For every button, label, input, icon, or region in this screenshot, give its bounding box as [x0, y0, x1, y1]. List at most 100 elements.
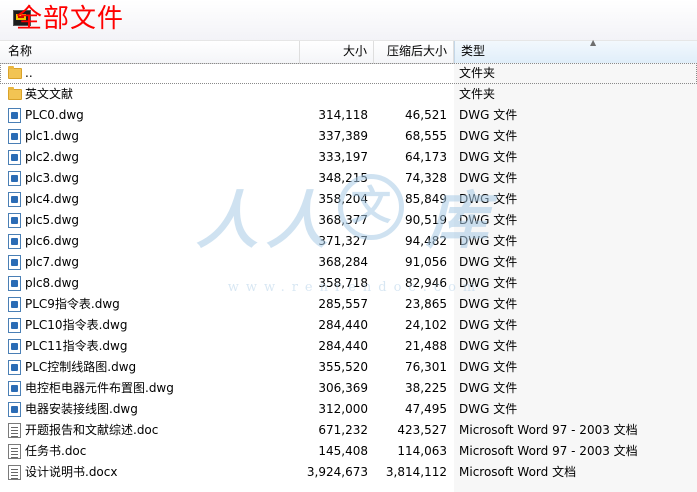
file-name: plc6.dwg — [25, 234, 80, 248]
file-compressed-size: 64,173 — [405, 150, 447, 164]
dwg-file-icon — [8, 402, 21, 417]
file-compressed-size: 23,865 — [405, 297, 447, 311]
file-list: .. 文件夹 英文文献 文件夹 PLC0.dwg 314,118 46,521 DWG 文件 p… — [0, 63, 697, 483]
dwg-file-icon — [8, 129, 21, 144]
file-row[interactable]: plc1.dwg 337,389 68,555 DWG 文件 — [0, 126, 697, 147]
column-header: 名称 大小 压缩后大小 类型 ▲ — [0, 38, 697, 64]
file-row[interactable]: plc4.dwg 358,204 85,849 DWG 文件 — [0, 189, 697, 210]
file-type: DWG 文件 — [459, 171, 518, 185]
file-name: PLC0.dwg — [25, 108, 84, 122]
dwg-file-icon — [8, 171, 21, 186]
folder-icon — [8, 87, 22, 100]
file-compressed-size: 94,482 — [405, 234, 447, 248]
file-name: 电控柜电器元件布置图.dwg — [25, 381, 174, 395]
dwg-file-icon — [8, 150, 21, 165]
dwg-file-icon — [8, 276, 21, 291]
file-name: plc3.dwg — [25, 171, 80, 185]
file-size — [300, 63, 368, 84]
file-size: 333,197 — [318, 150, 368, 164]
file-size: 337,389 — [318, 129, 368, 143]
word-document-icon — [8, 423, 21, 438]
file-size: 348,215 — [318, 171, 368, 185]
file-row[interactable]: 电控柜电器元件布置图.dwg 306,369 38,225 DWG 文件 — [0, 378, 697, 399]
file-type: DWG 文件 — [459, 339, 518, 353]
file-compressed-size: 114,063 — [397, 444, 447, 458]
column-header-compressed[interactable]: 压缩后大小 — [374, 41, 454, 63]
file-type: DWG 文件 — [459, 192, 518, 206]
file-name: plc5.dwg — [25, 213, 80, 227]
file-size: 358,718 — [318, 276, 368, 290]
dwg-file-icon — [8, 213, 21, 228]
file-type: DWG 文件 — [459, 402, 518, 416]
file-compressed-size: 76,301 — [405, 360, 447, 374]
file-row[interactable]: PLC0.dwg 314,118 46,521 DWG 文件 — [0, 105, 697, 126]
dwg-file-icon — [8, 297, 21, 312]
file-size: 371,327 — [318, 234, 368, 248]
file-row[interactable]: 电器安装接线图.dwg 312,000 47,495 DWG 文件 — [0, 399, 697, 420]
file-compressed-size — [374, 84, 447, 105]
file-type: DWG 文件 — [459, 213, 518, 227]
file-name: plc4.dwg — [25, 192, 80, 206]
file-name: plc7.dwg — [25, 255, 80, 269]
file-size: 3,924,673 — [306, 465, 368, 479]
file-type: DWG 文件 — [459, 234, 518, 248]
file-row[interactable]: plc7.dwg 368,284 91,056 DWG 文件 — [0, 252, 697, 273]
file-name: PLC10指令表.dwg — [25, 318, 128, 332]
dwg-file-icon — [8, 234, 21, 249]
file-size: 368,284 — [318, 255, 368, 269]
file-row[interactable]: 任务书.doc 145,408 114,063 Microsoft Word 97 -… — [0, 441, 697, 462]
file-row[interactable]: PLC11指令表.dwg 284,440 21,488 DWG 文件 — [0, 336, 697, 357]
dwg-file-icon — [8, 381, 21, 396]
file-type: Microsoft Word 文档 — [459, 465, 577, 479]
column-header-name[interactable]: 名称 — [0, 41, 300, 63]
file-type: Microsoft Word 97 - 2003 文档 — [459, 444, 638, 458]
file-name: 英文文献 — [25, 87, 74, 101]
file-size: 671,232 — [318, 423, 368, 437]
sort-ascending-icon: ▲ — [590, 38, 597, 47]
file-row[interactable]: 英文文献 文件夹 — [0, 84, 697, 105]
file-row[interactable]: plc6.dwg 371,327 94,482 DWG 文件 — [0, 231, 697, 252]
file-type: DWG 文件 — [459, 108, 518, 122]
file-size: 312,000 — [318, 402, 368, 416]
file-size: 355,520 — [318, 360, 368, 374]
file-row[interactable]: plc5.dwg 368,377 90,519 DWG 文件 — [0, 210, 697, 231]
file-compressed-size: 21,488 — [405, 339, 447, 353]
file-row[interactable]: plc8.dwg 358,718 82,946 DWG 文件 — [0, 273, 697, 294]
file-size: 284,440 — [318, 318, 368, 332]
file-size: 368,377 — [318, 213, 368, 227]
file-compressed-size: 423,527 — [397, 423, 447, 437]
file-size: 284,440 — [318, 339, 368, 353]
file-row[interactable]: plc3.dwg 348,215 74,328 DWG 文件 — [0, 168, 697, 189]
file-row[interactable]: PLC控制线路图.dwg 355,520 76,301 DWG 文件 — [0, 357, 697, 378]
file-compressed-size: 68,555 — [405, 129, 447, 143]
word-document-icon — [8, 444, 21, 459]
file-name: plc8.dwg — [25, 276, 80, 290]
file-type: DWG 文件 — [459, 129, 518, 143]
title-bar: 全部文件 — [0, 0, 697, 40]
file-type: DWG 文件 — [459, 360, 518, 374]
file-name: 设计说明书.docx — [25, 465, 118, 479]
file-type: 文件夹 — [459, 66, 496, 80]
column-header-type[interactable]: 类型 — [454, 41, 697, 63]
file-compressed-size: 3,814,112 — [385, 465, 447, 479]
dwg-file-icon — [8, 360, 21, 375]
file-name: 任务书.doc — [25, 444, 87, 458]
file-row[interactable]: PLC9指令表.dwg 285,557 23,865 DWG 文件 — [0, 294, 697, 315]
file-row[interactable]: PLC10指令表.dwg 284,440 24,102 DWG 文件 — [0, 315, 697, 336]
file-name: 电器安装接线图.dwg — [25, 402, 138, 416]
word-document-icon — [8, 465, 21, 480]
file-compressed-size: 91,056 — [405, 255, 447, 269]
column-header-size[interactable]: 大小 — [300, 41, 374, 63]
file-type: DWG 文件 — [459, 318, 518, 332]
file-compressed-size: 90,519 — [405, 213, 447, 227]
file-row[interactable]: 开题报告和文献综述.doc 671,232 423,527 Microsoft Wor… — [0, 420, 697, 441]
file-row[interactable]: 设计说明书.docx 3,924,673 3,814,112 Microsoft Wo… — [0, 462, 697, 483]
file-compressed-size: 38,225 — [405, 381, 447, 395]
dwg-file-icon — [8, 255, 21, 270]
file-row[interactable]: plc2.dwg 333,197 64,173 DWG 文件 — [0, 147, 697, 168]
file-compressed-size: 82,946 — [405, 276, 447, 290]
file-row[interactable]: .. 文件夹 — [0, 63, 697, 84]
file-size: 145,408 — [318, 444, 368, 458]
file-compressed-size: 46,521 — [405, 108, 447, 122]
file-type: DWG 文件 — [459, 255, 518, 269]
